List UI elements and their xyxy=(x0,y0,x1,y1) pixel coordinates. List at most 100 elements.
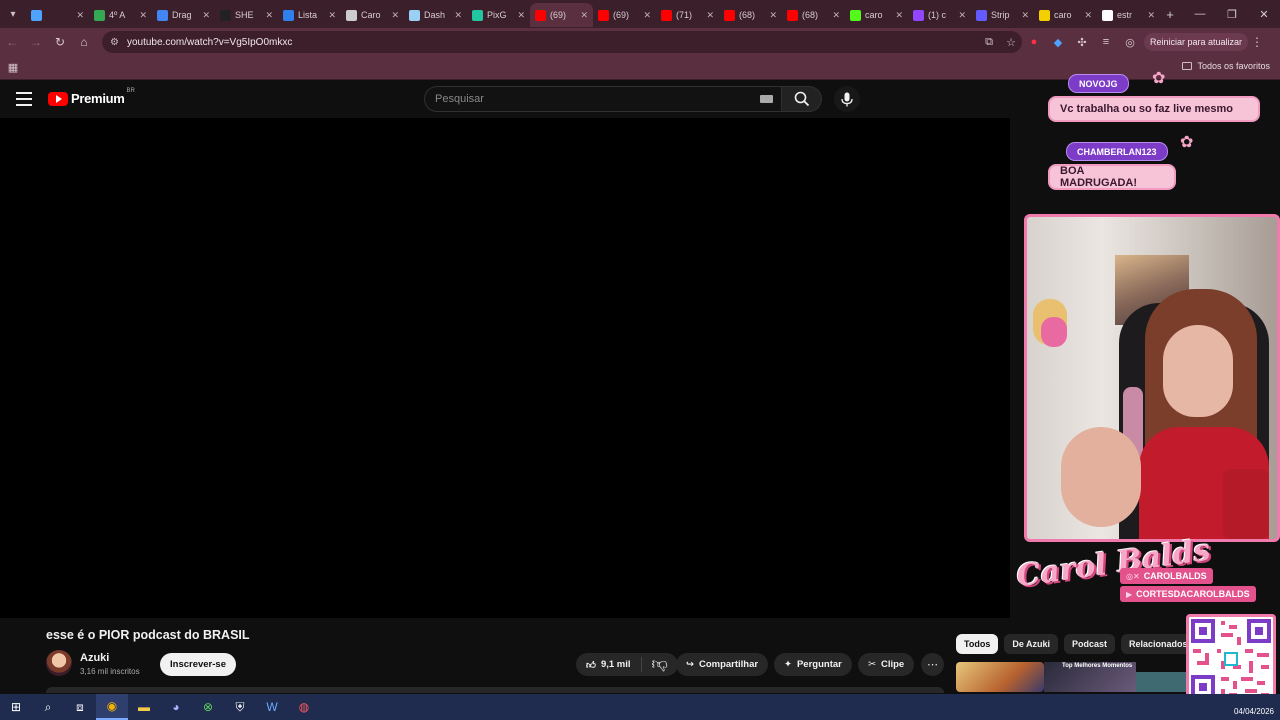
minimize-icon[interactable]: — xyxy=(1184,0,1216,28)
browser-tab[interactable]: Caro ✕ xyxy=(341,3,404,27)
browser-tab[interactable]: estr ✕ xyxy=(1097,3,1160,27)
tab-close-icon[interactable]: ✕ xyxy=(706,10,714,21)
forward-icon[interactable]: → xyxy=(24,30,48,54)
restore-icon[interactable]: ❐ xyxy=(1216,0,1248,28)
profile-icon[interactable]: ◎ xyxy=(1118,36,1142,49)
share-button[interactable]: ↪ Compartilhar xyxy=(676,653,769,676)
address-bar[interactable]: ⚙ youtube.com/watch?v=Vg5IpO0mkxc ⧉ ☆ xyxy=(102,31,1022,53)
security-shield-icon[interactable]: ⛨ xyxy=(224,694,256,720)
back-icon[interactable]: ← xyxy=(0,30,24,54)
browser-tab[interactable]: (69) ✕ xyxy=(593,3,656,27)
chip-related[interactable]: Relacionados xyxy=(1121,634,1196,654)
menu-hamburger-icon[interactable] xyxy=(16,92,32,106)
clip-button[interactable]: ✂ Clipe xyxy=(858,653,915,676)
reload-icon[interactable]: ↻ xyxy=(48,30,72,54)
chip-from-channel[interactable]: De Azuki xyxy=(1004,634,1059,654)
tab-close-icon[interactable]: ✕ xyxy=(1021,10,1029,21)
tab-close-icon[interactable]: ✕ xyxy=(517,10,525,21)
tab-close-icon[interactable]: ✕ xyxy=(958,10,966,21)
flower-icon: ✿ xyxy=(1180,134,1194,151)
tab-label: Dash xyxy=(424,10,446,20)
like-button[interactable]: 👍︎ 9,1 mil xyxy=(576,657,642,672)
browser-tab[interactable]: (68) ✕ xyxy=(782,3,845,27)
tab-close-icon[interactable]: ✕ xyxy=(265,10,273,21)
tab-close-icon[interactable]: ✕ xyxy=(769,10,777,21)
tab-close-icon[interactable]: ✕ xyxy=(643,10,651,21)
channel-avatar[interactable] xyxy=(46,650,72,676)
word-icon[interactable]: W xyxy=(256,694,288,720)
home-icon[interactable]: ⌂ xyxy=(72,30,96,54)
obs-icon[interactable]: ◍ xyxy=(288,694,320,720)
tab-close-icon[interactable]: ✕ xyxy=(832,10,840,21)
tab-close-icon[interactable]: ✕ xyxy=(139,10,147,21)
social-handle-youtube: ▶ CORTESDACAROLBALDS xyxy=(1120,586,1256,602)
chat-username: CHAMBERLAN123 xyxy=(1066,142,1168,161)
task-view-icon[interactable]: ⧈ xyxy=(64,694,96,720)
chip-all[interactable]: Todos xyxy=(956,634,999,654)
search-icon[interactable]: ⌕ xyxy=(32,694,64,720)
relaunch-to-update-button[interactable]: Reiniciar para atualizar xyxy=(1144,33,1249,51)
tab-close-icon[interactable]: ✕ xyxy=(391,10,399,21)
related-video-thumbnail[interactable] xyxy=(956,662,1044,692)
search-input[interactable]: Pesquisar xyxy=(424,86,782,112)
extensions-icon[interactable]: ✣ xyxy=(1070,36,1094,49)
close-window-icon[interactable]: ✕ xyxy=(1248,0,1280,28)
tab-favicon-icon xyxy=(850,9,861,21)
browser-tab[interactable]: Lista ✕ xyxy=(278,3,341,27)
keyboard-icon[interactable] xyxy=(760,95,773,103)
tab-close-icon[interactable]: ✕ xyxy=(202,10,210,21)
browser-menu-icon[interactable]: ⋮ xyxy=(1248,35,1266,49)
chrome-icon[interactable]: ◉ xyxy=(96,694,128,720)
browser-tab[interactable]: SHE ✕ xyxy=(215,3,278,27)
ask-label: Perguntar xyxy=(796,659,842,670)
tab-close-icon[interactable]: ✕ xyxy=(454,10,462,21)
tab-close-icon[interactable]: ✕ xyxy=(1084,10,1092,21)
browser-tab[interactable]: Strip ✕ xyxy=(971,3,1034,27)
browser-tab[interactable]: (69) ✕ xyxy=(530,3,593,27)
browser-tab[interactable]: (68) ✕ xyxy=(719,3,782,27)
tab-label: (71) xyxy=(676,10,693,20)
video-player[interactable] xyxy=(0,118,1010,618)
all-favorites-button[interactable]: Todos os favoritos xyxy=(1182,61,1270,71)
xbox-icon[interactable]: ⊗ xyxy=(192,694,224,720)
site-info-icon[interactable]: ⚙ xyxy=(110,37,119,48)
bookmark-star-icon[interactable]: ☆ xyxy=(1000,36,1022,49)
tab-close-icon[interactable]: ✕ xyxy=(580,10,588,21)
tab-search-icon[interactable]: ▾ xyxy=(0,0,26,28)
browser-tab[interactable]: ✕ xyxy=(26,3,89,27)
subscribe-button[interactable]: Inscrever-se xyxy=(160,653,236,676)
search-icon xyxy=(794,91,809,107)
browser-tab[interactable]: Drag ✕ xyxy=(152,3,215,27)
chip-podcast[interactable]: Podcast xyxy=(1064,634,1116,654)
channel-name[interactable]: Azuki xyxy=(80,652,109,664)
browser-tab[interactable]: caro ✕ xyxy=(845,3,908,27)
apps-grid-icon[interactable]: ▦ xyxy=(0,61,26,74)
browser-tab[interactable]: (1) c ✕ xyxy=(908,3,971,27)
extension-red-icon[interactable]: ● xyxy=(1022,36,1046,48)
file-explorer-icon[interactable]: ▬ xyxy=(128,694,160,720)
related-video-thumbnail-3[interactable] xyxy=(1136,672,1186,692)
browser-tab[interactable]: PixG ✕ xyxy=(467,3,530,27)
voice-search-button[interactable] xyxy=(834,86,860,112)
description-box[interactable] xyxy=(46,687,944,693)
new-tab-button[interactable]: + xyxy=(1160,7,1180,22)
ask-button[interactable]: ✦ Perguntar xyxy=(774,653,852,676)
search-button[interactable] xyxy=(782,86,822,112)
browser-tab[interactable]: Dash ✕ xyxy=(404,3,467,27)
tab-close-icon[interactable]: ✕ xyxy=(328,10,336,21)
browser-tab[interactable]: caro ✕ xyxy=(1034,3,1097,27)
discord-icon[interactable]: ◕ xyxy=(160,694,192,720)
dislike-button[interactable]: 👎︎ xyxy=(642,655,678,674)
tab-close-icon[interactable]: ✕ xyxy=(1147,10,1155,21)
tab-label: estr xyxy=(1117,10,1133,20)
media-controls-icon[interactable]: ≡ xyxy=(1094,36,1118,48)
install-app-icon[interactable]: ⧉ xyxy=(978,36,1000,49)
extension-blue-icon[interactable]: ◆ xyxy=(1046,36,1070,49)
more-actions-icon[interactable]: ⋯ xyxy=(921,653,944,676)
tab-close-icon[interactable]: ✕ xyxy=(895,10,903,21)
browser-tab[interactable]: (71) ✕ xyxy=(656,3,719,27)
browser-tab[interactable]: 4º A ✕ xyxy=(89,3,152,27)
start-windows-icon[interactable]: ⊞ xyxy=(0,694,32,720)
tab-close-icon[interactable]: ✕ xyxy=(76,10,84,21)
youtube-premium-logo[interactable]: Premium BR xyxy=(48,88,135,106)
